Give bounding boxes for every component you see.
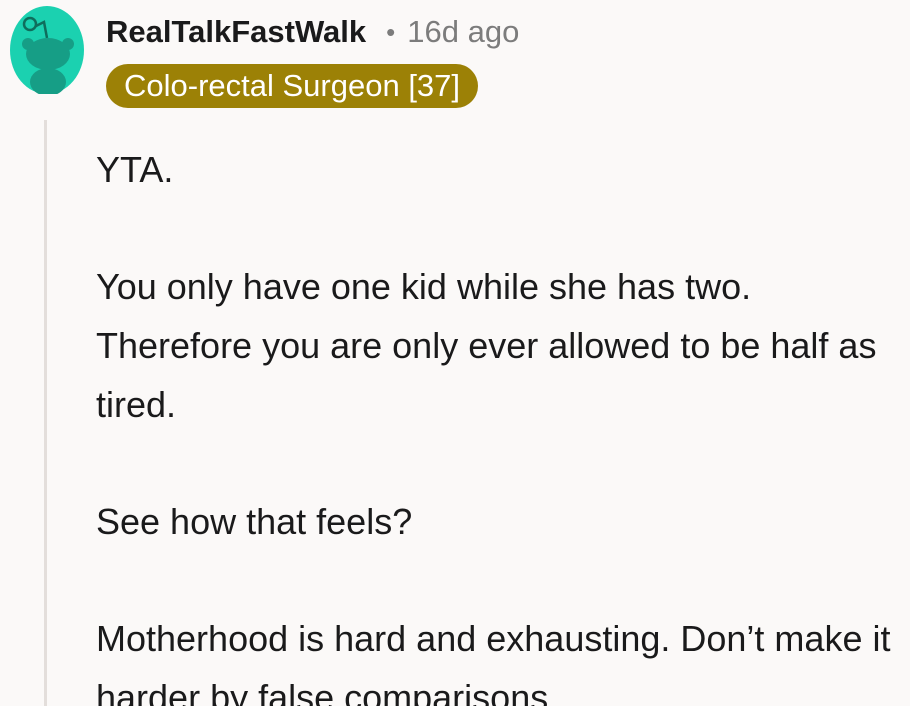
comment-body: YTA. You only have one kid while she has…: [96, 140, 896, 706]
comment-header: RealTalkFastWalk • 16d ago: [106, 14, 519, 50]
user-avatar-icon[interactable]: [10, 2, 84, 96]
comment-timestamp[interactable]: 16d ago: [407, 14, 519, 50]
user-flair-badge: Colo-rectal Surgeon [37]: [106, 64, 479, 108]
comment-paragraph: Motherhood is hard and exhausting. Don’t…: [96, 618, 891, 706]
thread-collapse-line[interactable]: [44, 120, 47, 706]
separator-dot: •: [386, 16, 396, 47]
comment-paragraph: YTA.: [96, 149, 174, 190]
comment: RealTalkFastWalk • 16d ago Colo-rectal S…: [0, 0, 910, 706]
comment-paragraph: See how that feels?: [96, 501, 413, 542]
author-username[interactable]: RealTalkFastWalk: [106, 14, 366, 50]
comment-paragraph: You only have one kid while she has two.…: [96, 266, 877, 425]
